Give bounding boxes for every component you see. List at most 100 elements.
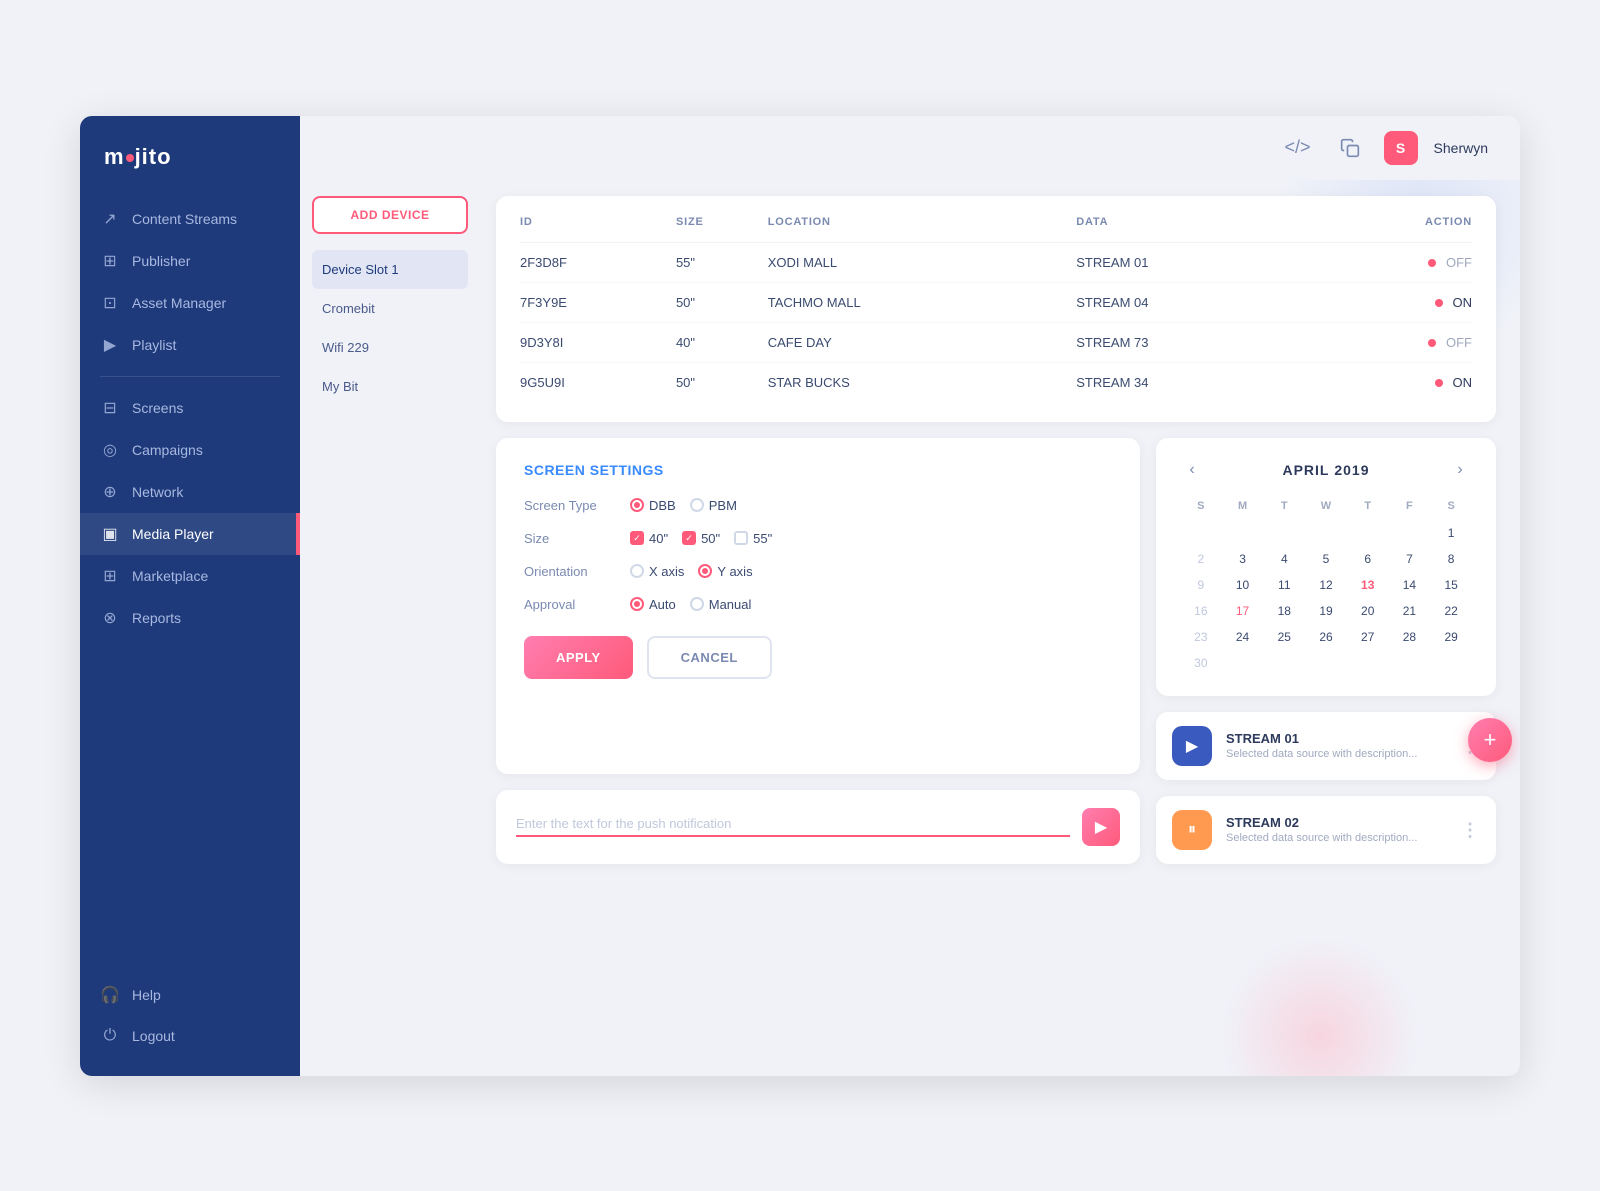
calendar-day[interactable]: 2 xyxy=(1180,546,1222,572)
calendar-day[interactable]: 22 xyxy=(1430,598,1472,624)
cell-action[interactable]: OFF xyxy=(1316,242,1472,282)
stream-item-02: ⏸ STREAM 02 Selected data source with de… xyxy=(1156,796,1496,864)
size-55[interactable]: 55" xyxy=(734,531,772,546)
sidebar: mjito ↗ Content Streams ⊞ Publisher ⊡ As… xyxy=(80,116,300,1076)
calendar-day[interactable]: 4 xyxy=(1263,546,1305,572)
screen-type-pbm[interactable]: PBM xyxy=(690,498,737,513)
size-50[interactable]: 50" xyxy=(682,531,720,546)
calendar-day[interactable]: 23 xyxy=(1180,624,1222,650)
calendar-prev[interactable]: ‹ xyxy=(1180,458,1204,482)
calendar-day[interactable]: 8 xyxy=(1430,546,1472,572)
calendar-day xyxy=(1389,520,1431,546)
orientation-x[interactable]: X axis xyxy=(630,564,684,579)
calendar-day[interactable]: 10 xyxy=(1222,572,1264,598)
cell-action[interactable]: OFF xyxy=(1316,322,1472,362)
approval-label: Approval xyxy=(524,597,614,612)
fab-add-button[interactable]: + xyxy=(1468,718,1512,762)
approval-options: Auto Manual xyxy=(630,597,751,612)
sidebar-item-logout[interactable]: ⏻ Logout xyxy=(80,1016,300,1056)
stream-02-pause-button[interactable]: ⏸ xyxy=(1172,810,1212,850)
stream-02-more[interactable]: ⋮ xyxy=(1461,821,1480,839)
radio-dbb xyxy=(630,498,644,512)
sidebar-item-publisher[interactable]: ⊞ Publisher xyxy=(80,240,300,282)
calendar-day[interactable]: 11 xyxy=(1263,572,1305,598)
orientation-y[interactable]: Y axis xyxy=(698,564,752,579)
sidebar-item-reports[interactable]: ⊗ Reports xyxy=(80,597,300,639)
sidebar-item-asset-manager[interactable]: ⊡ Asset Manager xyxy=(80,282,300,324)
calendar-week-row: 1 xyxy=(1180,520,1472,546)
calendar-next[interactable]: › xyxy=(1448,458,1472,482)
logo-text: mjito xyxy=(104,144,172,170)
sidebar-item-help[interactable]: 🎧 Help xyxy=(80,974,300,1016)
calendar-weeks: 1234567891011121314151617181920212223242… xyxy=(1180,520,1472,676)
sidebar-item-playlist[interactable]: ▶ Playlist xyxy=(80,324,300,366)
calendar-day[interactable]: 18 xyxy=(1263,598,1305,624)
size-40[interactable]: 40" xyxy=(630,531,668,546)
sidebar-item-campaigns[interactable]: ◎ Campaigns xyxy=(80,429,300,471)
notification-send-button[interactable]: ▶ xyxy=(1082,808,1120,846)
approval-manual[interactable]: Manual xyxy=(690,597,752,612)
stream-01-info: STREAM 01 Selected data source with desc… xyxy=(1226,731,1447,760)
calendar-day[interactable]: 3 xyxy=(1222,546,1264,572)
calendar-day[interactable]: 16 xyxy=(1180,598,1222,624)
screen-type-dbb[interactable]: DBB xyxy=(630,498,676,513)
code-icon[interactable]: </> xyxy=(1280,130,1316,166)
calendar-day xyxy=(1305,650,1347,676)
calendar-day[interactable]: 26 xyxy=(1305,624,1347,650)
calendar-day[interactable]: 12 xyxy=(1305,572,1347,598)
notification-input[interactable] xyxy=(516,816,1070,837)
approval-auto[interactable]: Auto xyxy=(630,597,676,612)
calendar-day[interactable]: 21 xyxy=(1389,598,1431,624)
cell-action[interactable]: ON xyxy=(1316,282,1472,322)
apply-button[interactable]: APPLY xyxy=(524,636,633,679)
calendar-day xyxy=(1222,520,1264,546)
calendar-day[interactable]: 5 xyxy=(1305,546,1347,572)
calendar-day[interactable]: 20 xyxy=(1347,598,1389,624)
table-row: 9G5U9I 50" STAR BUCKS STREAM 34 ON xyxy=(520,362,1472,402)
sidebar-item-marketplace[interactable]: ⊞ Marketplace xyxy=(80,555,300,597)
calendar-day[interactable]: 25 xyxy=(1263,624,1305,650)
sidebar-item-media-player[interactable]: ▣ Media Player xyxy=(80,513,300,555)
sidebar-item-label: Help xyxy=(132,987,161,1003)
device-item-mybit[interactable]: My Bit xyxy=(312,367,468,406)
add-device-button[interactable]: ADD DEVICE xyxy=(312,196,468,234)
calendar-day[interactable]: 17 xyxy=(1222,598,1264,624)
device-item-slot1[interactable]: Device Slot 1 xyxy=(312,250,468,289)
device-item-cromebit[interactable]: Cromebit xyxy=(312,289,468,328)
calendar-day[interactable]: 6 xyxy=(1347,546,1389,572)
cell-action[interactable]: ON xyxy=(1316,362,1472,402)
calendar-streams-panel: ‹ APRIL 2019 › S M T xyxy=(1156,438,1496,864)
cell-data: STREAM 01 xyxy=(1076,242,1316,282)
calendar-day[interactable]: 30 xyxy=(1180,650,1222,676)
screen-settings-title: SCREEN SETTINGS xyxy=(524,462,1112,478)
calendar-day[interactable]: 24 xyxy=(1222,624,1264,650)
calendar-day[interactable]: 9 xyxy=(1180,572,1222,598)
calendar-day xyxy=(1347,520,1389,546)
calendar-day[interactable]: 13 xyxy=(1347,572,1389,598)
calendar-day[interactable]: 29 xyxy=(1430,624,1472,650)
device-panel: ADD DEVICE Device Slot 1 Cromebit Wifi 2… xyxy=(300,180,480,1076)
cancel-button[interactable]: CANCEL xyxy=(647,636,772,679)
calendar-day[interactable]: 27 xyxy=(1347,624,1389,650)
calendar-day[interactable]: 7 xyxy=(1389,546,1431,572)
sidebar-item-network[interactable]: ⊕ Network xyxy=(80,471,300,513)
copy-icon[interactable] xyxy=(1332,130,1368,166)
main-area: </> S Sherwyn ADD DEVICE Device Slot 1 C… xyxy=(300,116,1520,1076)
calendar-day[interactable]: 15 xyxy=(1430,572,1472,598)
sidebar-item-label: Publisher xyxy=(132,253,190,269)
calendar-day[interactable]: 1 xyxy=(1430,520,1472,546)
calendar-day[interactable]: 14 xyxy=(1389,572,1431,598)
radio-yaxis xyxy=(698,564,712,578)
checkbox-40 xyxy=(630,531,644,545)
stream-02-name: STREAM 02 xyxy=(1226,815,1447,830)
calendar-day[interactable]: 19 xyxy=(1305,598,1347,624)
cell-id: 9G5U9I xyxy=(520,362,676,402)
status-label: ON xyxy=(1453,375,1473,390)
sidebar-item-content-streams[interactable]: ↗ Content Streams xyxy=(80,198,300,240)
device-item-wifi229[interactable]: Wifi 229 xyxy=(312,328,468,367)
stream-01-play-button[interactable]: ▶ xyxy=(1172,726,1212,766)
approval-row: Approval Auto Manual xyxy=(524,597,1112,612)
calendar-day[interactable]: 28 xyxy=(1389,624,1431,650)
sidebar-item-screens[interactable]: ⊟ Screens xyxy=(80,387,300,429)
calendar-day xyxy=(1263,650,1305,676)
